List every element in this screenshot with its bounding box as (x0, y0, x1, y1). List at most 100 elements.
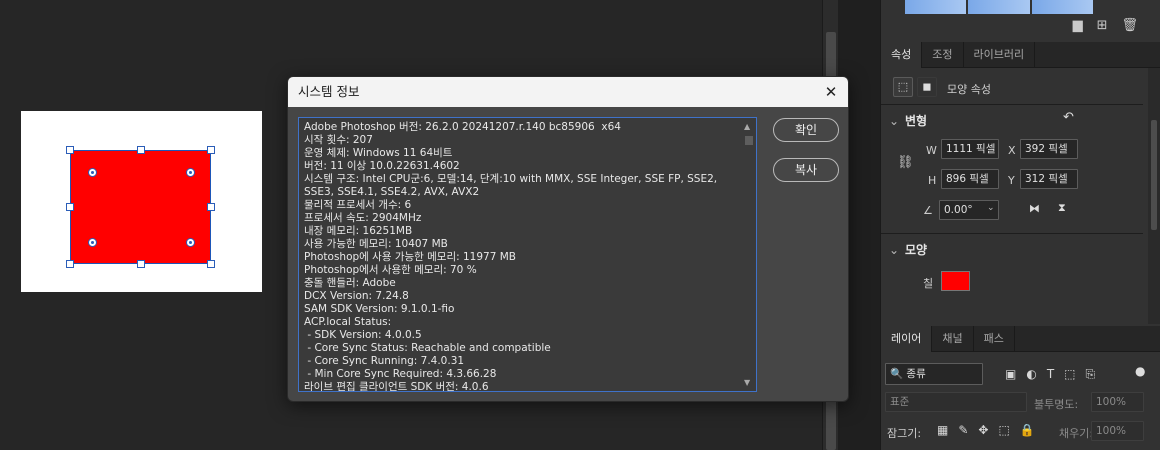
tab-layers[interactable]: 레이어 (881, 326, 933, 352)
scrollbar-thumb[interactable] (1151, 120, 1157, 230)
scrollbar-thumb[interactable] (745, 136, 753, 145)
opacity-label: 불투명도: (1034, 398, 1079, 411)
width-field[interactable]: 1111 픽셀 (941, 139, 999, 159)
flip-vertical-icon[interactable]: ⧗ (1058, 201, 1066, 215)
chevron-down-icon[interactable]: ⌄ (987, 203, 995, 213)
copy-button[interactable]: 복사 (773, 158, 839, 182)
info-line: Photoshop에 사용 가능한 메모리: 11977 MB (304, 251, 516, 263)
height-field[interactable]: 896 픽셀 (941, 169, 999, 189)
shape-section-header[interactable]: ⌄ 모양 (889, 241, 927, 258)
text-filter-icon[interactable]: T (1047, 367, 1054, 382)
ok-button[interactable]: 확인 (773, 118, 839, 142)
divider (881, 233, 1143, 234)
fill-opacity-label: 채우기: (1059, 427, 1094, 440)
y-field[interactable]: 312 픽셀 (1020, 169, 1078, 189)
opacity-field[interactable]: 100% (1091, 392, 1144, 412)
shape-bounds-icon[interactable]: ⬚ (893, 77, 913, 97)
dialog-title: 시스템 정보 (298, 84, 360, 99)
lock-icons: ▦ ✎ ✥ ⬚ 🔒 (937, 423, 1035, 437)
x-field[interactable]: 392 픽셀 (1020, 139, 1078, 159)
tab-paths[interactable]: 패스 (974, 326, 1015, 352)
chevron-down-icon: ⌄ (889, 243, 900, 257)
search-icon: 🔍 (890, 368, 904, 380)
tab-libraries[interactable]: 라이브러리 (964, 42, 1036, 68)
layer-filter-icons: ▣ ◐ T ⬚ ⎘ (1005, 367, 1095, 382)
textarea-scrollbar[interactable]: ▲ ▼ (742, 118, 756, 391)
scroll-down-icon[interactable]: ▼ (744, 378, 750, 387)
smart-object-filter-icon[interactable]: ⎘ (1086, 367, 1096, 382)
lock-pixels-icon[interactable]: ✎ (958, 423, 968, 437)
properties-tab-bar: 속성 조정 라이브러리 (881, 42, 1160, 68)
adjustment-filter-icon[interactable]: ◐ (1026, 367, 1036, 382)
transform-handle[interactable] (66, 260, 74, 268)
info-line: Photoshop에서 사용한 메모리: 70 % (304, 264, 477, 276)
panel-top-icons: ▆ ⊞ 🗑 (1073, 18, 1138, 33)
transform-handle[interactable] (207, 146, 215, 154)
blend-mode-dropdown[interactable]: 표준 (885, 392, 1027, 412)
info-line: SSE3, SSE4.1, SSE4.2, AVX, AVX2 (304, 186, 480, 198)
tab-channels[interactable]: 채널 (932, 326, 974, 352)
width-label: W (926, 144, 937, 157)
tab-adjustments[interactable]: 조정 (922, 42, 964, 68)
fill-label: 칠 (923, 277, 934, 290)
lock-artboard-icon[interactable]: ⬚ (998, 423, 1009, 437)
reset-icon[interactable]: ↶ (1063, 110, 1074, 125)
scroll-up-icon[interactable]: ▲ (744, 122, 750, 131)
corner-radius-widget[interactable] (88, 238, 97, 247)
swatch-strip[interactable] (905, 0, 1093, 14)
folder-icon[interactable]: ▆ (1073, 18, 1083, 33)
lock-position-icon[interactable]: ✥ (978, 423, 988, 437)
corner-radius-widget[interactable] (186, 168, 195, 177)
transform-handle[interactable] (207, 203, 215, 211)
info-line: ACP.local Status: (304, 316, 392, 328)
info-line: - Core Sync Running: 7.4.0.31 (304, 355, 465, 367)
transform-handle[interactable] (137, 260, 145, 268)
layer-filter-label: 종류 (906, 368, 926, 380)
system-info-textarea[interactable]: Adobe Photoshop 버전: 26.2.0 20241207.r.14… (298, 117, 757, 392)
shape-mask-icon[interactable]: ◼ (917, 77, 937, 97)
lock-label: 잠그기: (887, 427, 922, 440)
corner-radius-widget[interactable] (186, 238, 195, 247)
fill-opacity-field[interactable]: 100% (1091, 421, 1144, 441)
right-panel: ▆ ⊞ 🗑 속성 조정 라이브러리 ⬚ ◼ 모양 속성 ⌄ 변형 ↶ ⛓ W 11… (880, 0, 1160, 450)
flip-horizontal-icon[interactable]: ⧓ (1029, 202, 1040, 215)
shape-filter-icon[interactable]: ⬚ (1064, 367, 1075, 382)
info-line: - Core Sync Status: Reachable and compat… (304, 342, 551, 354)
tab-properties[interactable]: 속성 (881, 42, 923, 68)
info-line: SAM SDK Version: 9.1.0.1-fio (304, 303, 455, 315)
dialog-titlebar[interactable]: 시스템 정보 ✕ (288, 77, 848, 107)
close-icon[interactable]: ✕ (820, 81, 842, 103)
transform-handle[interactable] (207, 260, 215, 268)
info-line: 물리적 프로세서 개수: 6 (304, 199, 412, 211)
info-line: - Min Core Sync Required: 4.3.66.28 (304, 368, 497, 380)
link-icon[interactable]: ⛓ (897, 155, 914, 170)
info-line: DCX Version: 7.24.8 (304, 290, 409, 302)
divider (881, 104, 1143, 105)
chevron-down-icon: ⌄ (889, 114, 900, 128)
fill-color-swatch[interactable] (941, 271, 970, 291)
filter-toggle-icon[interactable]: ● (1135, 364, 1145, 378)
lock-all-icon[interactable]: 🔒 (1020, 423, 1035, 437)
transform-section-header[interactable]: ⌄ 변형 (889, 112, 927, 129)
image-filter-icon[interactable]: ▣ (1005, 367, 1016, 382)
info-line: 버전: 11 이상 10.0.22631.4602 (304, 160, 460, 172)
transform-handle[interactable] (137, 146, 145, 154)
height-label: H (928, 174, 937, 187)
x-label: X (1008, 144, 1016, 157)
transform-handle[interactable] (66, 203, 74, 211)
info-line: 내장 메모리: 16251MB (304, 225, 413, 237)
shape-title: 모양 (905, 243, 928, 257)
transform-handle[interactable] (66, 146, 74, 154)
info-line: 프로세서 속도: 2904MHz (304, 212, 422, 224)
info-line: 운영 체제: Windows 11 64비트 (304, 147, 453, 159)
corner-radius-widget[interactable] (88, 168, 97, 177)
properties-scrollbar[interactable] (1148, 68, 1160, 324)
info-line: 충돌 핸들러: Adobe (304, 277, 396, 289)
info-line: 라이브 편집 클라이언트 SDK 버전: 4.0.6 (304, 381, 489, 392)
system-info-dialog: 시스템 정보 ✕ Adobe Photoshop 버전: 26.2.0 2024… (287, 76, 849, 402)
info-line: Adobe Photoshop 버전: 26.2.0 20241207.r.14… (304, 121, 621, 133)
layer-filter-dropdown[interactable]: 🔍 종류 (885, 363, 983, 385)
lock-transparent-icon[interactable]: ▦ (937, 423, 948, 437)
new-item-icon[interactable]: ⊞ (1097, 18, 1108, 33)
trash-icon[interactable]: 🗑 (1121, 18, 1138, 33)
